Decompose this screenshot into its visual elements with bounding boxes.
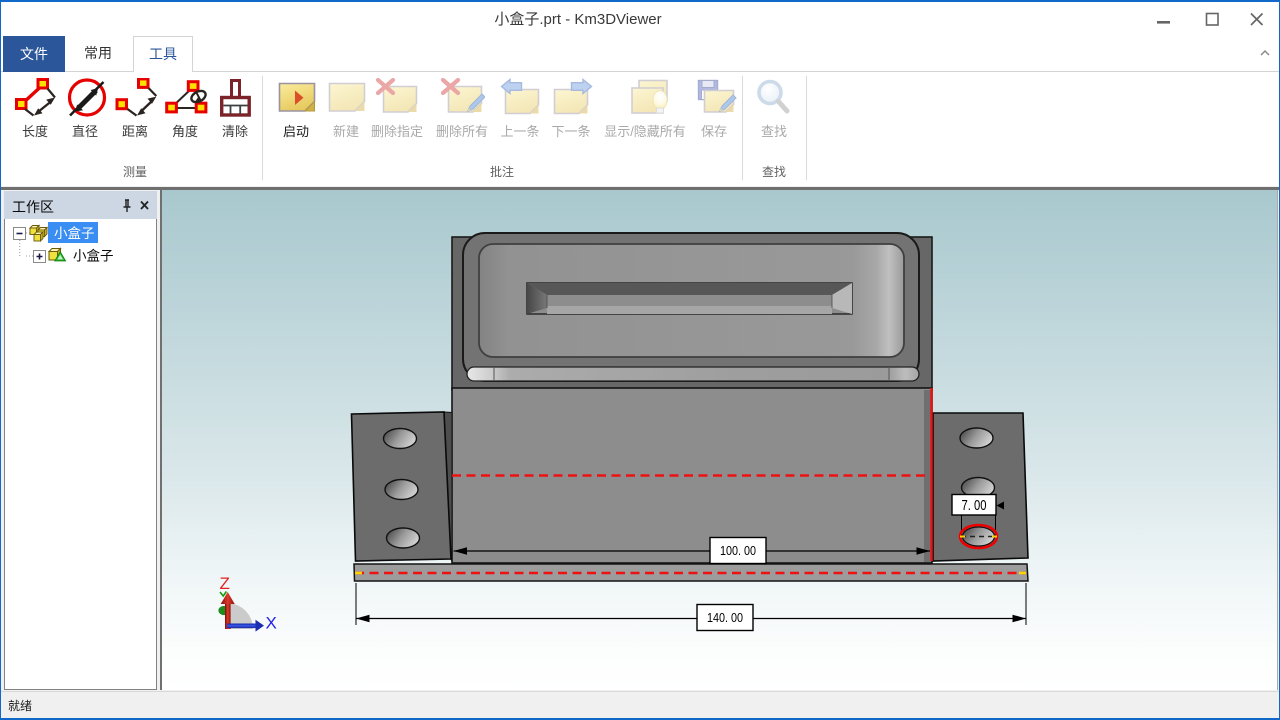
svg-text:Z: Z	[220, 574, 230, 593]
svg-text:140. 00: 140. 00	[707, 610, 743, 625]
svg-text:小盒子: 小盒子	[54, 225, 95, 241]
svg-text:X: X	[266, 614, 277, 633]
svg-text:100. 00: 100. 00	[720, 543, 756, 558]
svg-text:7. 00: 7. 00	[962, 497, 987, 514]
svg-text:小盒子: 小盒子	[73, 248, 114, 264]
